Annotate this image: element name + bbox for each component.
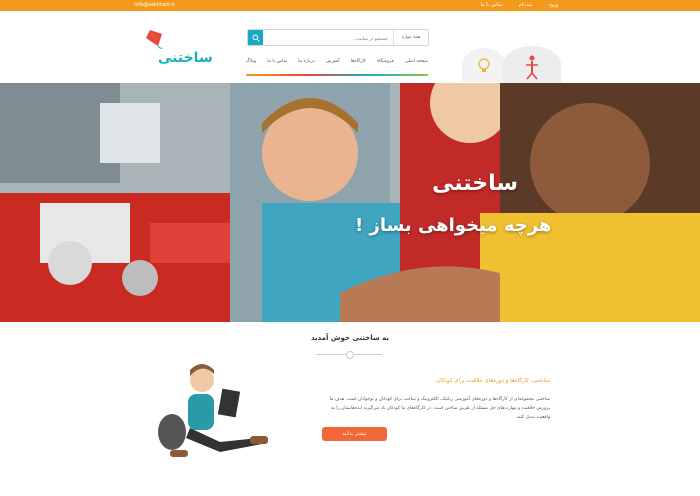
idea-badge[interactable] [462,48,506,82]
intro-paragraph: ساختنی مجموعه‌ای از کارگاه‌ها و دوره‌های… [329,397,550,420]
nav-item-blog[interactable]: وبلاگ [246,59,256,73]
nav-item-education[interactable]: آموزش [326,59,340,73]
hero-photo [0,83,700,322]
nav-item-home[interactable]: صفحه اصلی [405,59,428,73]
search-bar: همه موارد [247,29,429,46]
top-bar: info@sakhtani.ir تماس با ما ثبت‌نام ورود [0,0,700,11]
search-button[interactable] [248,30,263,45]
hero-title: ساختنی [432,171,518,196]
nav-item-workshops[interactable]: کارگاه‌ها [351,59,366,73]
site-logo[interactable]: ساختنی [140,28,213,74]
main-nav: صفحه اصلی فروشگاه کارگاه‌ها آموزش درباره… [246,59,428,73]
search-icon [252,34,260,42]
welcome-title: به ساختنی خوش آمدید [310,334,390,342]
nav-item-shop[interactable]: فروشگاه [377,59,394,73]
logo-text: ساختنی [158,50,213,66]
maker-figure-icon [526,55,538,80]
top-link-login[interactable]: تماس با ما [480,2,502,8]
nav-item-about[interactable]: درباره ما [298,59,315,73]
hero-banner: ساختنی هرچه میخواهی بساز ! [0,83,700,322]
divider-dot-icon [346,351,354,359]
top-links: تماس با ما ثبت‌نام ورود [480,2,558,8]
top-link-contact[interactable]: ورود [549,2,558,8]
learn-more-button[interactable]: بیشتر بدانید [322,427,387,441]
lightbulb-icon [478,58,490,72]
intro-heading: ساختنی، کارگاه‌ها و دوره‌های خلاقیت برای… [436,378,550,384]
maker-badge[interactable] [503,46,561,84]
top-link-register[interactable]: ثبت‌نام [519,2,533,8]
nav-item-contact[interactable]: تماس با ما [267,59,287,73]
hero-tagline: هرچه میخواهی بساز ! [355,215,552,236]
search-input[interactable] [266,31,390,45]
kite-logo-icon [146,30,163,49]
nav-underline [246,74,428,76]
search-category-select[interactable]: همه موارد [393,30,428,45]
reading-boy-illustration [158,364,268,457]
contact-email[interactable]: info@sakhtani.ir [134,2,175,8]
